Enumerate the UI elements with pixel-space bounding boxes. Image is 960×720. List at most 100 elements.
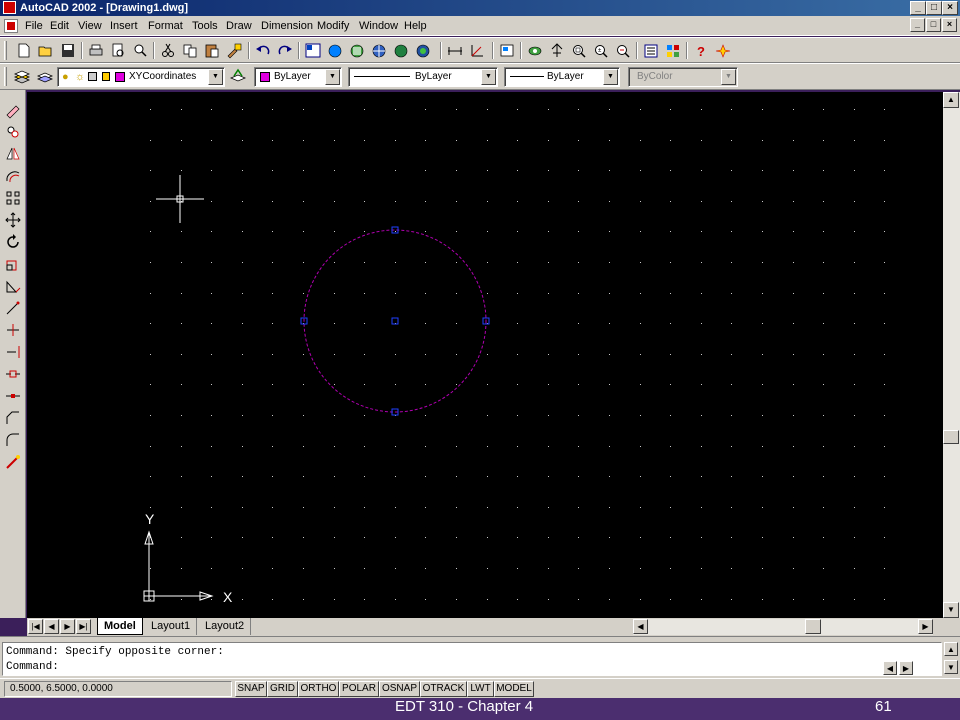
tab-layout2[interactable]: Layout2 xyxy=(199,618,252,635)
horizontal-scrollbar[interactable]: ◀ ▶ xyxy=(633,619,933,635)
osnap-toggle[interactable]: OSNAP xyxy=(379,681,420,697)
toolbar-grip[interactable] xyxy=(4,67,7,86)
make-object-layer-current-button[interactable] xyxy=(228,67,248,86)
scroll-up-icon[interactable]: ▲ xyxy=(943,92,959,108)
vertical-scrollbar[interactable]: ▲ ▼ xyxy=(943,92,960,618)
find-button[interactable] xyxy=(130,41,150,60)
redo-button[interactable] xyxy=(275,41,295,60)
web-button[interactable] xyxy=(369,41,389,60)
snap-toggle[interactable]: SNAP xyxy=(235,681,267,697)
layer-previous-button[interactable] xyxy=(35,67,55,86)
scroll-right-icon[interactable]: ▶ xyxy=(918,619,933,634)
tab-layout1[interactable]: Layout1 xyxy=(145,618,198,635)
model-space-canvas[interactable]: Y X xyxy=(27,92,943,618)
scroll-thumb[interactable] xyxy=(943,430,959,444)
properties-button[interactable] xyxy=(641,41,661,60)
array-button[interactable] xyxy=(3,188,23,208)
rotate-button[interactable] xyxy=(3,232,23,252)
prev-tab-icon[interactable]: ◀ xyxy=(44,619,59,634)
help-button[interactable]: ? xyxy=(691,41,711,60)
mirror-button[interactable] xyxy=(3,144,23,164)
dropdown-arrow-icon[interactable]: ▼ xyxy=(481,69,496,85)
color-dropdown[interactable]: ByLayer ▼ xyxy=(254,67,342,87)
maximize-button[interactable]: □ xyxy=(926,1,942,15)
publish-button[interactable] xyxy=(347,41,367,60)
lineweight-dropdown[interactable]: ByLayer ▼ xyxy=(504,67,620,87)
menu-view[interactable]: View xyxy=(78,19,102,33)
toolbar-grip[interactable] xyxy=(4,41,7,60)
cmd-scroll-left-icon[interactable]: ◀ xyxy=(883,661,897,675)
lengthen-button[interactable] xyxy=(3,298,23,318)
linetype-dropdown[interactable]: ByLayer ▼ xyxy=(348,67,498,87)
menu-dimension[interactable]: Dimension xyxy=(261,19,313,33)
document-icon[interactable] xyxy=(4,19,18,33)
match-properties-button[interactable] xyxy=(224,41,244,60)
close-button[interactable]: × xyxy=(942,1,958,15)
save-button[interactable] xyxy=(58,41,78,60)
stretch-button[interactable] xyxy=(3,276,23,296)
explode-button[interactable] xyxy=(3,452,23,472)
chamfer-button[interactable] xyxy=(3,408,23,428)
drawing-area[interactable]: Y X xyxy=(27,92,943,618)
scale-button[interactable] xyxy=(3,254,23,274)
otrack-toggle[interactable]: OTRACK xyxy=(420,681,467,697)
ucs-button[interactable] xyxy=(467,41,487,60)
undo-button[interactable] xyxy=(253,41,273,60)
command-line-2[interactable]: Command: xyxy=(6,660,59,674)
cmd-scroll-up-icon[interactable]: ▲ xyxy=(944,642,958,656)
print-preview-button[interactable] xyxy=(108,41,128,60)
lwt-toggle[interactable]: LWT xyxy=(467,681,494,697)
erase-button[interactable] xyxy=(3,100,23,120)
dropdown-arrow-icon[interactable]: ▼ xyxy=(208,69,223,85)
pan-button[interactable] xyxy=(547,41,567,60)
today-button[interactable] xyxy=(325,41,345,60)
hscroll-thumb[interactable] xyxy=(805,619,821,634)
paste-button[interactable] xyxy=(202,41,222,60)
scroll-left-icon[interactable]: ◀ xyxy=(633,619,648,634)
model-toggle[interactable]: MODEL xyxy=(494,681,534,697)
break-button[interactable] xyxy=(3,364,23,384)
copy-button[interactable] xyxy=(180,41,200,60)
coordinate-display[interactable]: 0.5000, 6.5000, 0.0000 xyxy=(4,681,232,697)
layer-dropdown[interactable]: ● ☼ XYCoordinates ▼ xyxy=(57,67,225,87)
menu-draw[interactable]: Draw xyxy=(226,19,252,33)
zoom-window-button[interactable] xyxy=(569,41,589,60)
menu-window[interactable]: Window xyxy=(359,19,398,33)
doc-minimize-button[interactable]: _ xyxy=(910,18,925,32)
design-center-button[interactable] xyxy=(303,41,323,60)
zoom-realtime-button[interactable]: ± xyxy=(591,41,611,60)
zoom-previous-button[interactable] xyxy=(613,41,633,60)
fillet-button[interactable] xyxy=(3,430,23,450)
doc-close-button[interactable]: × xyxy=(942,18,957,32)
menu-file[interactable]: File xyxy=(25,19,43,33)
command-history[interactable]: Command: Specify opposite corner: Comman… xyxy=(2,642,942,676)
menu-modify[interactable]: Modify xyxy=(317,19,349,33)
named-views-button[interactable] xyxy=(497,41,517,60)
app-icon[interactable] xyxy=(3,1,16,14)
dropdown-arrow-icon[interactable]: ▼ xyxy=(603,69,618,85)
menu-help[interactable]: Help xyxy=(404,19,427,33)
circle-grips[interactable] xyxy=(300,226,490,416)
layer-manager-button[interactable] xyxy=(12,67,32,86)
cut-button[interactable] xyxy=(158,41,178,60)
cmd-scroll-down-icon[interactable]: ▼ xyxy=(944,660,958,674)
dropdown-arrow-icon[interactable]: ▼ xyxy=(325,69,340,85)
next-tab-icon[interactable]: ▶ xyxy=(60,619,75,634)
menu-insert[interactable]: Insert xyxy=(110,19,138,33)
distance-button[interactable] xyxy=(445,41,465,60)
internet-button[interactable] xyxy=(413,41,433,60)
ortho-toggle[interactable]: ORTHO xyxy=(298,681,339,697)
open-button[interactable] xyxy=(36,41,56,60)
3d-orbit-button[interactable] xyxy=(525,41,545,60)
tool-palette-button[interactable] xyxy=(663,41,683,60)
polar-toggle[interactable]: POLAR xyxy=(339,681,379,697)
minimize-button[interactable]: _ xyxy=(910,1,926,15)
tab-model[interactable]: Model xyxy=(97,618,143,635)
cmd-scroll-right-icon[interactable]: ▶ xyxy=(899,661,913,675)
break-at-point-button[interactable] xyxy=(3,386,23,406)
offset-button[interactable] xyxy=(3,166,23,186)
new-button[interactable] xyxy=(14,41,34,60)
last-tab-icon[interactable]: ▶| xyxy=(76,619,91,634)
hyperlink-button[interactable] xyxy=(391,41,411,60)
menu-edit[interactable]: Edit xyxy=(50,19,69,33)
